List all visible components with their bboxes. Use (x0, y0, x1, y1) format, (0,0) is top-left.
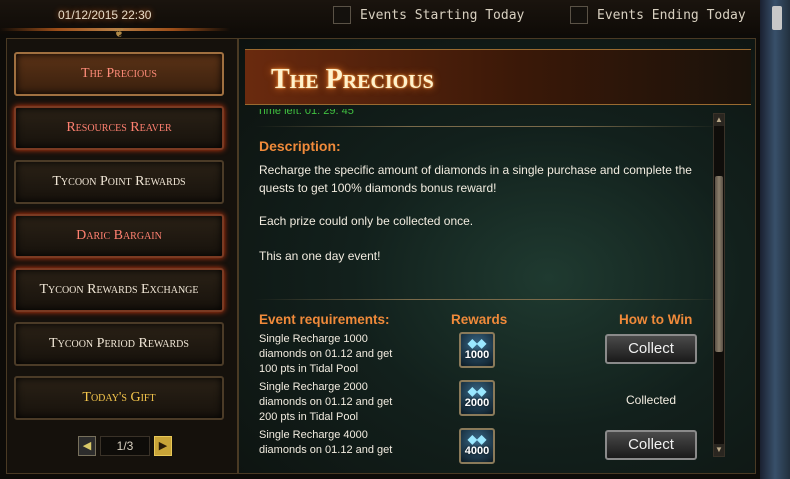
sidebar-item-todays-gift[interactable]: Today's Gift (14, 376, 224, 420)
events-ending-label: Events Ending Today (597, 8, 746, 23)
diamond-reward-icon[interactable]: ◆◆ 2000 (459, 380, 495, 416)
reward-amount: 4000 (464, 445, 490, 457)
description-text: Recharge the specific amount of diamonds… (259, 163, 692, 195)
scroll-thumb[interactable] (715, 176, 723, 352)
collect-button[interactable]: Collect (605, 334, 697, 364)
requirement-text: Single Recharge 1000 diamonds on 01.12 a… (259, 333, 393, 375)
events-starting-label: Events Starting Today (360, 8, 525, 23)
page-indicator: 1/3 (100, 436, 150, 456)
requirement-text: Single Recharge 2000 diamonds on 01.12 a… (259, 381, 393, 423)
sidebar-item-tycoon-period-rewards[interactable]: Tycoon Period Rewards (14, 322, 224, 366)
sidebar-item-daric-bargain[interactable]: Daric Bargain (14, 214, 224, 258)
content-scrollbar[interactable]: ▲ ▼ (713, 113, 725, 457)
server-datetime: 01/12/2015 22:30 (58, 8, 152, 22)
divider (255, 126, 723, 127)
background-window-edge (760, 0, 790, 479)
sidebar-item-tycoon-point-rewards[interactable]: Tycoon Point Rewards (14, 160, 224, 204)
collect-button[interactable]: Collect (605, 430, 697, 460)
diamond-icon: ◆◆ (467, 336, 487, 350)
description-text: Each prize could only be collected once. (259, 214, 474, 228)
ornament-icon: ❦ (113, 26, 125, 40)
title-banner: The Precious (245, 49, 751, 105)
close-icon[interactable] (772, 6, 782, 30)
reward-amount: 1000 (464, 349, 490, 361)
events-ending-checkbox[interactable] (570, 6, 588, 24)
scroll-down-icon[interactable]: ▼ (714, 444, 724, 456)
requirement-text: Single Recharge 4000 diamonds on 01.12 a… (259, 429, 393, 456)
event-content: Time left: 01: 29: 45 Description: Recha… (253, 109, 725, 469)
time-left: Time left: 01: 29: 45 (257, 109, 354, 117)
description-text: This an one day event! (259, 249, 381, 263)
diamond-reward-icon[interactable]: ◆◆ 1000 (459, 332, 495, 368)
rewards-header: Rewards (451, 312, 508, 327)
collected-status: Collected (625, 393, 677, 407)
how-to-win-header: How to Win (619, 312, 693, 327)
sidebar-item-the-precious[interactable]: The Precious (14, 52, 224, 96)
diamond-reward-icon[interactable]: ◆◆ 4000 (459, 428, 495, 464)
page-title: The Precious (271, 64, 434, 95)
events-starting-checkbox[interactable] (333, 6, 351, 24)
pager: ◀ 1/3 ▶ (78, 436, 172, 458)
arrow-left-icon[interactable]: ◀ (78, 436, 96, 456)
divider (255, 299, 723, 300)
diamond-icon: ◆◆ (467, 432, 487, 446)
arrow-right-icon[interactable]: ▶ (154, 436, 172, 456)
description-heading: Description: (259, 138, 341, 154)
diamond-icon: ◆◆ (467, 384, 487, 398)
requirements-header: Event requirements: (259, 312, 390, 327)
scroll-up-icon[interactable]: ▲ (714, 114, 724, 126)
sidebar-item-tycoon-rewards-exchange[interactable]: Tycoon Rewards Exchange (14, 268, 224, 312)
reward-amount: 2000 (464, 397, 490, 409)
sidebar-item-resources-reaver[interactable]: Resources Reaver (14, 106, 224, 150)
event-detail-panel: The Precious Time left: 01: 29: 45 Descr… (238, 38, 756, 474)
